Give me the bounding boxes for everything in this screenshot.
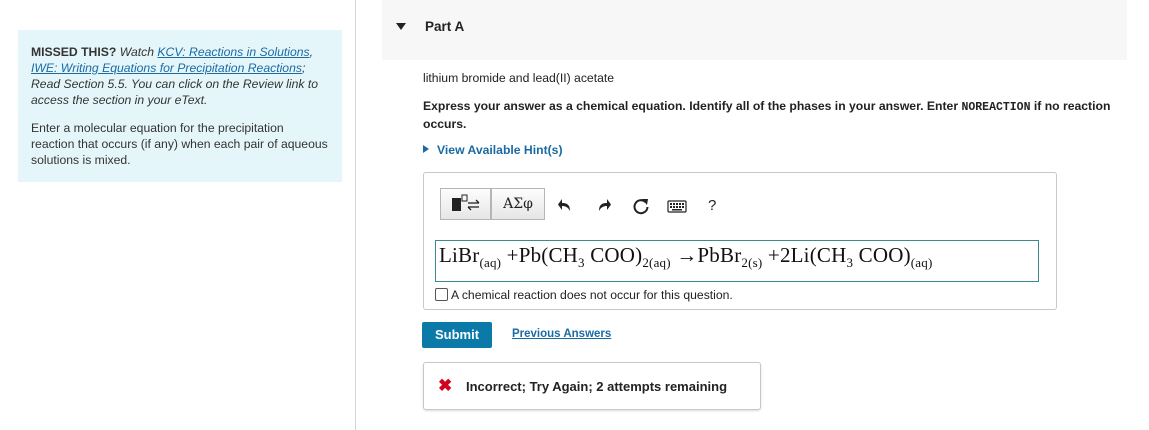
missed-this-text: MISSED THIS? Watch KCV: Reactions in Sol…: [31, 45, 319, 107]
previous-answers-link[interactable]: Previous Answers: [512, 328, 611, 340]
view-hints-link[interactable]: View Available Hint(s): [423, 143, 563, 157]
no-reaction-option[interactable]: A chemical reaction does not occur for t…: [435, 288, 733, 302]
instructions-text: Enter a molecular equation for the preci…: [31, 121, 328, 167]
expand-triangle-icon: [423, 145, 429, 153]
column-divider: [355, 0, 356, 430]
templates-icon: [452, 194, 480, 211]
collapse-caret-icon[interactable]: [396, 23, 406, 30]
answer-instructions: Express your answer as a chemical equati…: [423, 99, 1111, 131]
submit-button[interactable]: Submit: [422, 322, 492, 348]
feedback-box: ✖ Incorrect; Try Again; 2 attempts remai…: [423, 362, 761, 410]
reset-icon[interactable]: [632, 196, 650, 222]
part-title[interactable]: Part A: [425, 19, 464, 34]
templates-button[interactable]: [440, 188, 491, 220]
question-prompt: lithium bromide and lead(II) acetate: [423, 71, 615, 85]
no-reaction-checkbox[interactable]: [435, 288, 448, 301]
undo-icon[interactable]: [557, 196, 573, 222]
redo-icon[interactable]: [596, 196, 612, 222]
feedback-message: Incorrect; Try Again; 2 attempts remaini…: [466, 379, 728, 394]
part-header[interactable]: [382, 0, 1127, 60]
kcv-link[interactable]: KCV: Reactions in Solutions: [157, 45, 309, 59]
equation-input[interactable]: LiBr(aq) +Pb(CH3 COO)2(aq) →PbBr2(s) +2L…: [435, 240, 1039, 282]
iwe-link[interactable]: IWE: Writing Equations for Precipitation…: [31, 61, 302, 75]
greek-symbols-button[interactable]: ΑΣφ: [491, 188, 545, 220]
equation-text: LiBr(aq) +Pb(CH3 COO)2(aq) →PbBr2(s) +2L…: [439, 243, 933, 271]
incorrect-icon: ✖: [438, 376, 453, 395]
help-button[interactable]: ?: [708, 196, 716, 216]
missed-this-panel: MISSED THIS? Watch KCV: Reactions in Sol…: [18, 30, 342, 182]
no-reaction-label: A chemical reaction does not occur for t…: [451, 288, 733, 302]
missed-this-label: MISSED THIS?: [31, 45, 117, 59]
keyboard-icon[interactable]: [667, 196, 687, 222]
